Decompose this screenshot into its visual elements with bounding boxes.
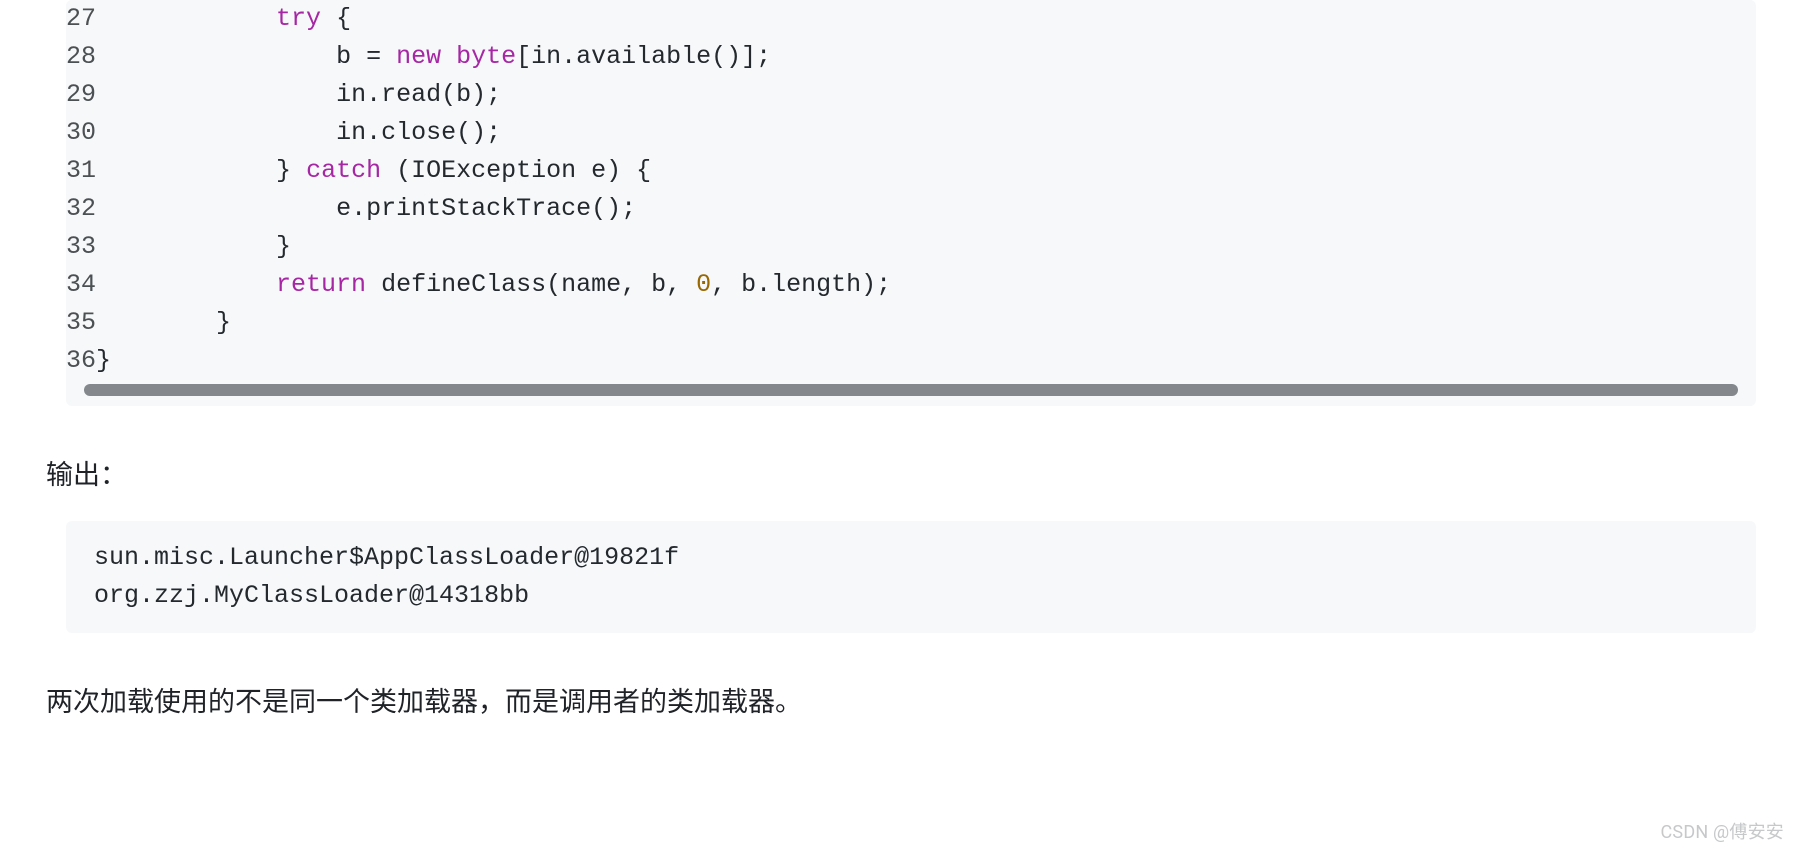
output-line: sun.misc.Launcher$AppClassLoader@19821f	[94, 543, 679, 572]
code-line: return defineClass(name, b, 0, b.length)…	[96, 266, 1756, 304]
code-row: 28 b = new byte[in.available()];	[66, 38, 1756, 76]
code-line: } catch (IOException e) {	[96, 152, 1756, 190]
code-row: 36}	[66, 342, 1756, 380]
code-line: try {	[96, 0, 1756, 38]
code-token: byte	[456, 42, 516, 71]
code-row: 32 e.printStackTrace();	[66, 190, 1756, 228]
output-heading: 输出：	[46, 454, 1756, 497]
code-token: catch	[306, 156, 381, 185]
output-block: sun.misc.Launcher$AppClassLoader@19821f …	[66, 521, 1756, 633]
code-token: try	[276, 4, 321, 33]
code-row: 33 }	[66, 228, 1756, 266]
code-row: 29 in.read(b);	[66, 76, 1756, 114]
code-row: 30 in.close();	[66, 114, 1756, 152]
code-token: new	[396, 42, 441, 71]
horizontal-scrollbar[interactable]	[84, 384, 1738, 396]
line-number: 28	[66, 38, 96, 76]
code-row: 35 }	[66, 304, 1756, 342]
code-line: in.close();	[96, 114, 1756, 152]
code-row: 31 } catch (IOException e) {	[66, 152, 1756, 190]
explanation-paragraph: 两次加载使用的不是同一个类加载器，而是调用者的类加载器。	[46, 681, 1756, 724]
code-block: 27 try {28 b = new byte[in.available()];…	[66, 0, 1756, 406]
line-number: 31	[66, 152, 96, 190]
code-line: b = new byte[in.available()];	[96, 38, 1756, 76]
watermark: CSDN @傅安安	[1661, 819, 1784, 848]
line-number: 33	[66, 228, 96, 266]
code-line: }	[96, 304, 1756, 342]
line-number: 30	[66, 114, 96, 152]
code-row: 34 return defineClass(name, b, 0, b.leng…	[66, 266, 1756, 304]
code-line: }	[96, 342, 1756, 380]
line-number: 34	[66, 266, 96, 304]
line-number: 27	[66, 0, 96, 38]
code-line: e.printStackTrace();	[96, 190, 1756, 228]
code-line: in.read(b);	[96, 76, 1756, 114]
code-row: 27 try {	[66, 0, 1756, 38]
code-token: return	[276, 270, 366, 299]
code-table: 27 try {28 b = new byte[in.available()];…	[66, 0, 1756, 380]
code-line: }	[96, 228, 1756, 266]
code-token: 0	[696, 270, 711, 299]
line-number: 36	[66, 342, 96, 380]
line-number: 29	[66, 76, 96, 114]
line-number: 32	[66, 190, 96, 228]
output-line: org.zzj.MyClassLoader@14318bb	[94, 581, 529, 610]
line-number: 35	[66, 304, 96, 342]
